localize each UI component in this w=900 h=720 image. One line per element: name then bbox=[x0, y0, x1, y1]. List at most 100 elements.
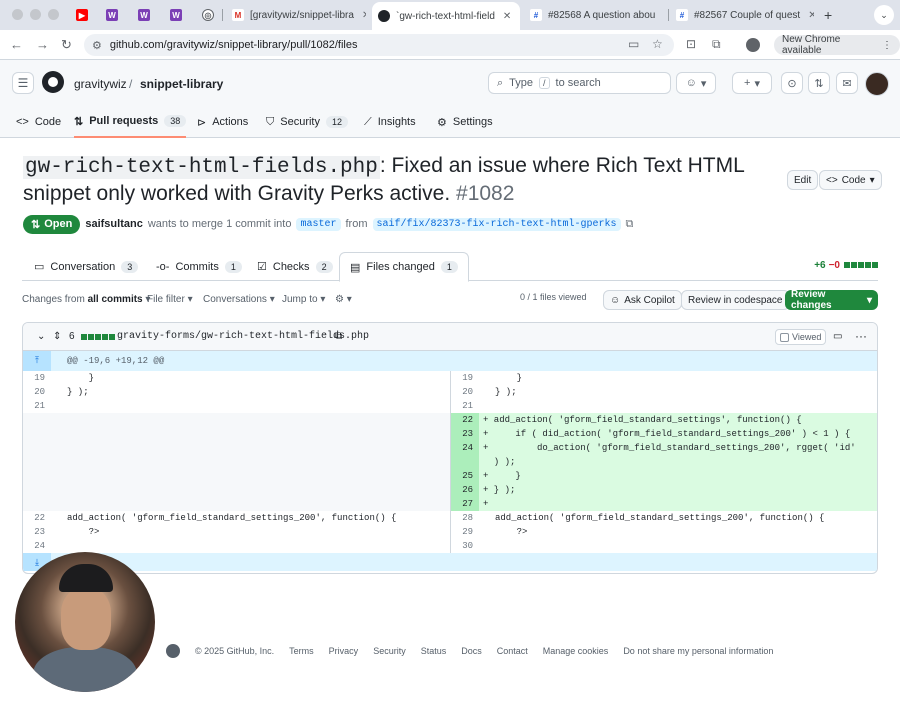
file-filter-dropdown[interactable]: File filter ▾ bbox=[147, 294, 193, 305]
line-number[interactable]: 21 bbox=[23, 399, 51, 413]
screenshot-icon[interactable]: ⊡ bbox=[686, 37, 696, 51]
issues-icon[interactable]: ⊙ bbox=[781, 72, 803, 94]
tab-security[interactable]: ⛉ Security 12 bbox=[266, 106, 349, 138]
expand-all-icon[interactable]: ⇕ bbox=[53, 331, 61, 342]
extensions-icon[interactable]: ⧉ bbox=[712, 37, 721, 52]
line-number[interactable]: 23 bbox=[23, 525, 51, 539]
browser-tab-wordpress-2[interactable]: W bbox=[132, 4, 156, 26]
footer-link[interactable]: Contact bbox=[497, 646, 528, 656]
line-number[interactable]: 26 bbox=[451, 483, 479, 497]
edit-title-button[interactable]: Edit bbox=[787, 170, 819, 190]
footer-link[interactable]: Status bbox=[421, 646, 447, 656]
review-changes-button[interactable]: Review changes ▾ bbox=[785, 289, 878, 311]
footer-link[interactable]: Docs bbox=[461, 646, 482, 656]
close-icon[interactable]: ✕ bbox=[362, 10, 366, 21]
viewed-checkbox[interactable]: Viewed bbox=[775, 329, 827, 345]
line-number[interactable] bbox=[23, 427, 51, 441]
footer-link[interactable]: Security bbox=[373, 646, 406, 656]
search-input[interactable]: ⌕ Type / to search bbox=[488, 72, 671, 94]
close-window-button[interactable] bbox=[12, 9, 23, 20]
copy-icon[interactable]: ⧉ bbox=[626, 218, 634, 231]
tab-pull-requests[interactable]: ⇅ Pull requests 38 bbox=[74, 106, 187, 138]
line-number[interactable] bbox=[23, 497, 51, 511]
tab-commits[interactable]: -o- Commits 1 bbox=[146, 252, 252, 281]
ask-copilot-button[interactable]: ☺ Ask Copilot bbox=[603, 290, 682, 310]
diff-settings-gear-icon[interactable]: ⚙ ▾ bbox=[335, 294, 352, 305]
breadcrumb-owner[interactable]: gravitywiz bbox=[74, 77, 127, 91]
tab-checks[interactable]: ☑ Checks 2 bbox=[247, 252, 343, 281]
line-number[interactable]: 28 bbox=[451, 511, 479, 525]
line-number[interactable] bbox=[23, 413, 51, 427]
line-number[interactable]: 20 bbox=[451, 385, 479, 399]
line-number[interactable]: 23 bbox=[451, 427, 479, 441]
cast-icon[interactable]: ▭ bbox=[628, 37, 639, 51]
tab-search-chevron-icon[interactable]: ⌄ bbox=[874, 5, 894, 25]
browser-tab-helpscout-2[interactable]: # #82567 Couple of quest ✕ bbox=[670, 4, 814, 26]
head-branch[interactable]: saif/fix/82373-fix-rich-text-html-gperks bbox=[372, 217, 621, 231]
minimize-window-button[interactable] bbox=[30, 9, 41, 20]
line-number[interactable] bbox=[451, 455, 479, 469]
line-number[interactable]: 20 bbox=[23, 385, 51, 399]
line-number[interactable]: 24 bbox=[23, 539, 51, 553]
github-logo-icon[interactable] bbox=[42, 71, 64, 93]
browser-tab-github-active[interactable]: `gw-rich-text-html-field ✕ bbox=[372, 2, 520, 30]
collapse-chevron-icon[interactable]: ⌄ bbox=[37, 331, 45, 342]
back-arrow-icon[interactable]: ← bbox=[10, 37, 23, 52]
line-number[interactable] bbox=[23, 483, 51, 497]
line-number[interactable]: 25 bbox=[451, 469, 479, 483]
breadcrumb-repo[interactable]: snippet-library bbox=[140, 77, 223, 91]
line-number[interactable]: 29 bbox=[451, 525, 479, 539]
maximize-window-button[interactable] bbox=[48, 9, 59, 20]
jump-to-dropdown[interactable]: Jump to ▾ bbox=[282, 294, 325, 305]
forward-arrow-icon[interactable]: → bbox=[36, 37, 49, 52]
line-number[interactable] bbox=[23, 441, 51, 455]
footer-link[interactable]: Do not share my personal information bbox=[623, 646, 773, 656]
line-number[interactable]: 19 bbox=[451, 371, 479, 385]
browser-tab-gmail[interactable]: M [gravitywiz/snippet-libra ✕ bbox=[226, 4, 366, 26]
close-icon[interactable]: ✕ bbox=[808, 10, 814, 21]
tab-insights[interactable]: ⟋ Insights bbox=[364, 106, 416, 138]
browser-tab-wordpress-3[interactable]: W bbox=[164, 4, 188, 26]
reload-icon[interactable]: ↻ bbox=[61, 37, 72, 53]
expand-up-icon[interactable]: ⤒ bbox=[23, 351, 51, 371]
profile-icon[interactable] bbox=[746, 38, 760, 52]
tab-settings[interactable]: ⚙ Settings bbox=[437, 106, 493, 138]
line-number[interactable]: 19 bbox=[23, 371, 51, 385]
site-info-icon[interactable]: ⚙ bbox=[92, 39, 102, 52]
browser-tab-wordpress-1[interactable]: W bbox=[100, 4, 124, 26]
changes-from-dropdown[interactable]: Changes from all commits ▾ bbox=[22, 294, 150, 305]
tab-code[interactable]: <> Code bbox=[16, 106, 61, 138]
line-number[interactable]: 21 bbox=[451, 399, 479, 413]
line-number[interactable] bbox=[23, 455, 51, 469]
line-number[interactable]: 22 bbox=[451, 413, 479, 427]
browser-tab-globe[interactable]: ◎ bbox=[196, 4, 220, 26]
line-number[interactable] bbox=[23, 469, 51, 483]
conversations-dropdown[interactable]: Conversations ▾ bbox=[203, 294, 275, 305]
review-in-codespace-button[interactable]: Review in codespace bbox=[681, 290, 790, 310]
footer-link[interactable]: Terms bbox=[289, 646, 314, 656]
pull-requests-icon[interactable]: ⇅ bbox=[808, 72, 830, 94]
create-new-button[interactable]: + ▾ bbox=[732, 72, 772, 94]
tab-conversation[interactable]: ▭ Conversation 3 bbox=[24, 252, 148, 281]
line-number[interactable]: 30 bbox=[451, 539, 479, 553]
file-path[interactable]: gravity-forms/gw-rich-text-html-fields.p… bbox=[117, 331, 369, 342]
browser-tab-helpscout-1[interactable]: # #82568 A question abou ✕ bbox=[524, 4, 664, 26]
avatar[interactable] bbox=[865, 72, 889, 96]
tab-actions[interactable]: ⊳ Actions bbox=[197, 106, 248, 138]
footer-link[interactable]: Privacy bbox=[329, 646, 359, 656]
close-icon[interactable]: ✕ bbox=[503, 11, 511, 22]
author-link[interactable]: saifsultanc bbox=[85, 218, 142, 230]
line-number[interactable]: 22 bbox=[23, 511, 51, 525]
inbox-icon[interactable]: ✉ bbox=[836, 72, 858, 94]
close-icon[interactable]: ✕ bbox=[663, 10, 664, 21]
menu-icon[interactable]: ☰ bbox=[12, 72, 34, 94]
code-dropdown-button[interactable]: <> Code ▾ bbox=[819, 170, 882, 190]
line-number[interactable]: 24 bbox=[451, 441, 479, 455]
browser-tab-youtube[interactable]: ▶ bbox=[70, 4, 94, 26]
more-horizontal-icon[interactable]: ··· bbox=[855, 329, 867, 343]
base-branch[interactable]: master bbox=[296, 217, 341, 231]
comment-icon[interactable]: ▭ bbox=[833, 331, 842, 342]
line-number[interactable]: 27 bbox=[451, 497, 479, 511]
bookmark-star-icon[interactable]: ☆ bbox=[652, 37, 663, 51]
address-bar[interactable]: ⚙ github.com/gravitywiz/snippet-library/… bbox=[84, 34, 674, 56]
